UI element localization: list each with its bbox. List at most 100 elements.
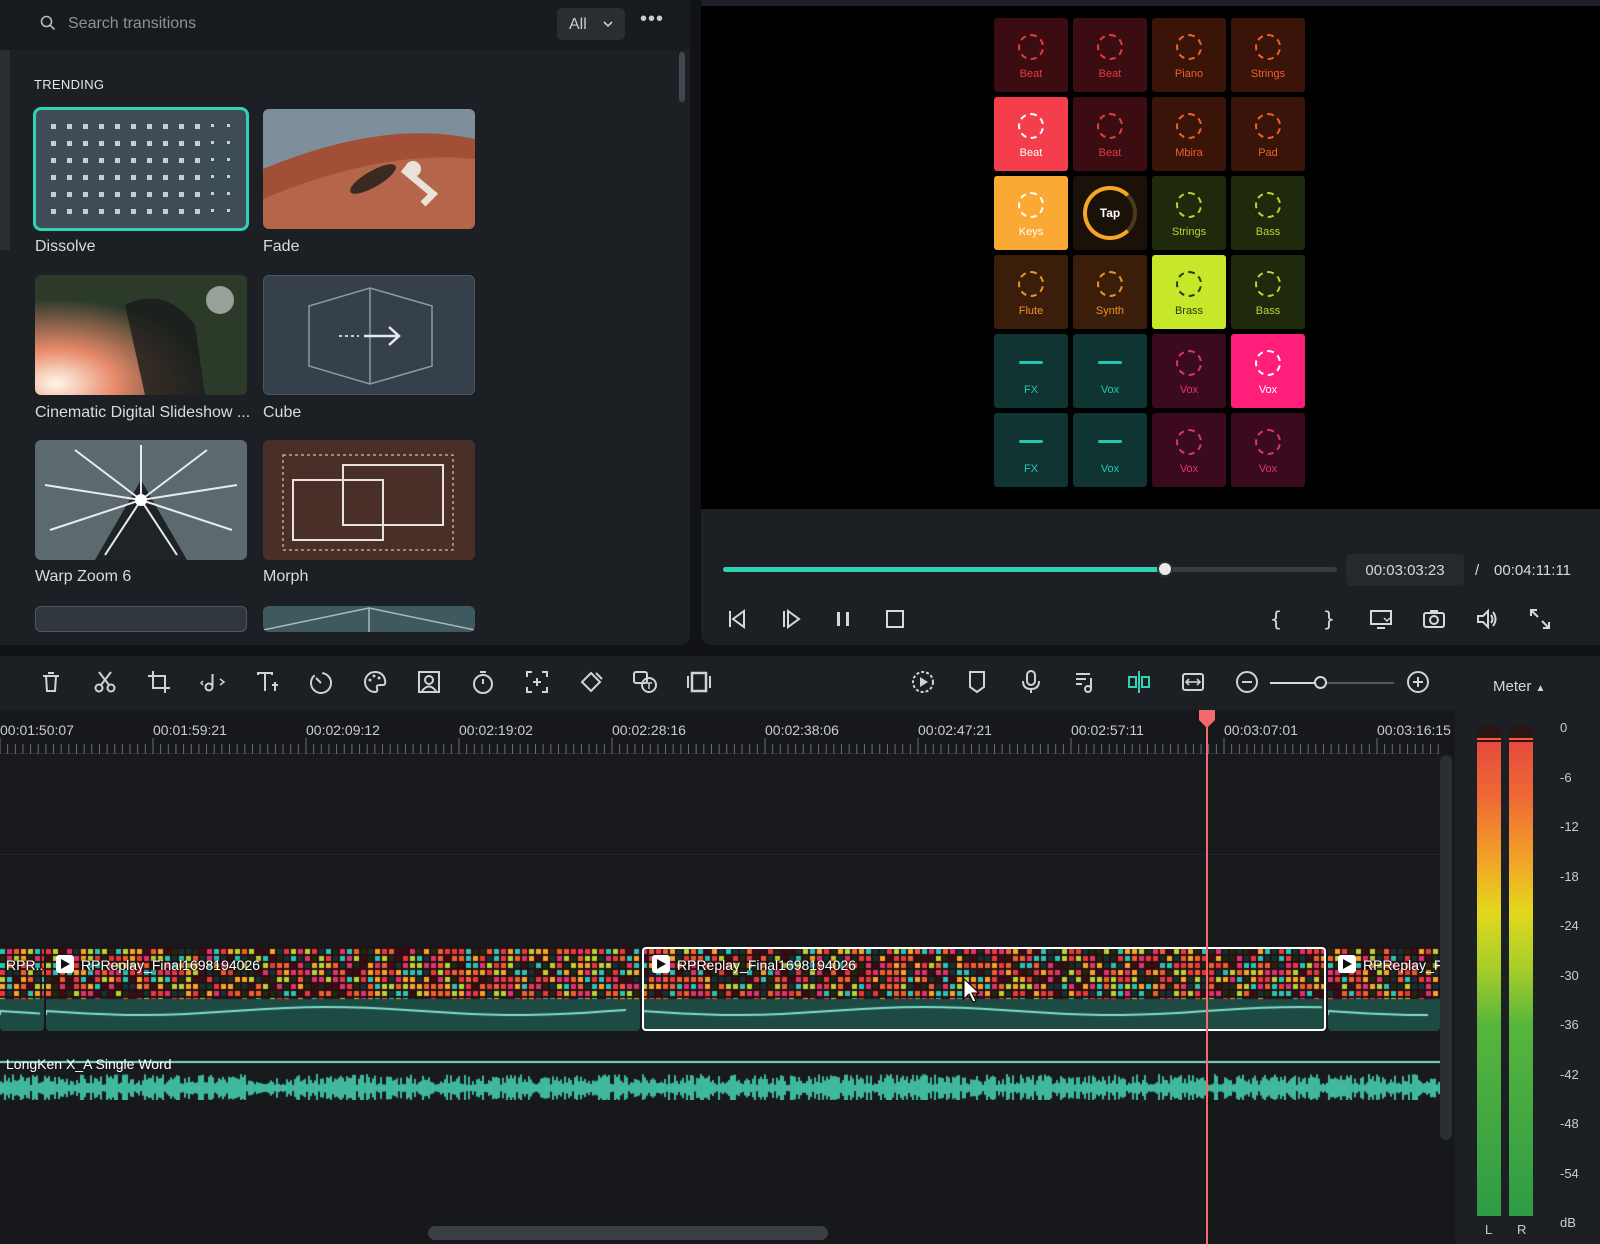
pad-label: Vox [1258,463,1278,475]
video-clip[interactable]: RPReplay_Final1698194026 [46,947,640,1031]
pad-keys[interactable]: Keys [994,176,1068,250]
transition-dissolve[interactable]: /* placeholder – dots drawn below */ [33,107,249,231]
audio-icon[interactable] [200,669,226,695]
transition-thumb-partial[interactable] [263,606,475,632]
zoom-slider[interactable] [1270,682,1394,684]
pad-beat[interactable]: Beat [994,97,1068,171]
snap-icon[interactable] [1126,669,1152,695]
scissors-icon[interactable] [92,669,118,695]
pad-mbira[interactable]: Mbira [1152,97,1226,171]
search-icon [40,15,56,31]
clip-name: RPReplay_Final1698194026 [81,957,261,973]
snapshot-icon[interactable] [1421,606,1447,632]
play-clip-icon [56,955,74,973]
transition-morph[interactable] [263,440,475,560]
color-icon[interactable] [362,669,388,695]
current-time[interactable]: 00:03:03:23 [1346,554,1464,586]
pad-vox[interactable]: Vox [1152,413,1226,487]
transition-thumb-partial[interactable] [35,606,247,632]
pad-label: Beat [1098,147,1122,159]
mark-out-icon[interactable]: } [1315,606,1341,632]
video-clip[interactable]: RPR... [0,947,44,1031]
video-clip[interactable]: RPReplay_F [1328,947,1440,1031]
pad-vox[interactable]: Vox [1231,413,1305,487]
text-icon[interactable] [254,669,280,695]
mark-in-icon[interactable]: { [1262,606,1288,632]
render-icon[interactable] [910,669,936,695]
ring-icon [1255,113,1281,139]
pad-fx[interactable]: FX [994,413,1068,487]
audio-mix-icon[interactable] [1072,669,1098,695]
pad-flute[interactable]: Flute [994,255,1068,329]
empty-track[interactable] [0,856,1440,956]
zoom-slider-handle[interactable] [1314,676,1327,689]
pad-bass[interactable]: Bass [1231,176,1305,250]
db-label: -36 [1560,1017,1579,1032]
pad-brass[interactable]: Brass [1152,255,1226,329]
pad-strings[interactable]: Strings [1152,176,1226,250]
playhead-handle-icon[interactable] [1199,710,1215,728]
filter-dropdown[interactable]: All [557,8,625,40]
pad-vox[interactable]: Vox [1231,334,1305,408]
fullscreen-icon[interactable] [1527,606,1553,632]
speech-to-text-icon[interactable] [632,669,658,695]
pad-vox[interactable]: Vox [1073,413,1147,487]
pad-beat[interactable]: Beat [1073,97,1147,171]
timer-icon[interactable] [470,669,496,695]
transition-fade[interactable] [263,109,475,229]
pad-bass[interactable]: Bass [1231,255,1305,329]
transition-warp-zoom[interactable] [35,440,247,560]
pad-strings[interactable]: Strings [1231,18,1305,92]
meter-bar-right [1509,726,1533,1216]
pause-icon[interactable] [830,606,856,632]
progress-handle[interactable] [1157,561,1174,577]
time-ruler[interactable]: 00:01:50:07 00:01:59:21 00:02:09:12 00:02:1… [0,710,1451,754]
marker-icon[interactable] [964,669,990,695]
fit-icon[interactable] [1180,669,1206,695]
pad-vox[interactable]: Vox [1152,334,1226,408]
search-input[interactable] [68,12,528,36]
playhead[interactable] [1206,718,1208,1244]
ring-icon [1176,192,1202,218]
zoom-out-icon[interactable] [1234,669,1260,695]
pad-synth[interactable]: Synth [1073,255,1147,329]
split-screen-icon[interactable] [686,669,712,695]
pad-label: Vox [1100,463,1120,475]
playback-progress[interactable] [723,561,1337,577]
pad-vox[interactable]: Vox [1073,334,1147,408]
stop-icon[interactable] [882,606,908,632]
transition-cinematic-slideshow[interactable] [35,275,247,395]
next-frame-icon[interactable] [778,606,804,632]
more-options-icon[interactable]: ••• [640,9,664,34]
video-clip-selected[interactable]: RPReplay_Final1698194026 [642,947,1326,1031]
pad-piano[interactable]: Piano [1152,18,1226,92]
zoom-in-icon[interactable] [1405,669,1431,695]
auto-reframe-icon[interactable] [524,669,550,695]
pad-pad[interactable]: Pad [1231,97,1305,171]
timeline-vscroll[interactable] [1440,755,1452,1140]
audio-waveform[interactable] [0,1040,1440,1100]
crop-icon[interactable] [146,669,172,695]
pad-fx[interactable]: FX [994,334,1068,408]
audio-meter: Meter ▲ 0 -6 -12 -18 -24 -30 -36 -42 -48 -54 dB L … [1455,656,1600,1244]
pad-beat[interactable]: Beat [1073,18,1147,92]
video-preview[interactable]: Beat Beat Piano Strings Beat Beat Mbira Pad Keys… [701,6,1600,509]
transition-cube[interactable] [263,275,475,395]
masking-icon[interactable] [416,669,442,695]
pad-tap[interactable]: Tap [1073,176,1147,250]
keyframe-icon[interactable] [578,669,604,695]
section-title: TRENDING [34,77,105,92]
speed-icon[interactable] [308,669,334,695]
pad-beat[interactable]: Beat [994,18,1068,92]
previous-frame-icon[interactable] [724,606,750,632]
pad-label: Piano [1174,68,1204,80]
timeline-hscroll[interactable] [428,1226,828,1240]
display-settings-icon[interactable] [1368,606,1394,632]
empty-track[interactable] [0,755,1440,855]
panel-scrollbar[interactable] [679,52,685,102]
ring-icon [1255,34,1281,60]
volume-icon[interactable] [1474,606,1500,632]
microphone-icon[interactable] [1018,669,1044,695]
meter-title[interactable]: Meter ▲ [1493,678,1545,695]
trash-icon[interactable] [38,669,64,695]
